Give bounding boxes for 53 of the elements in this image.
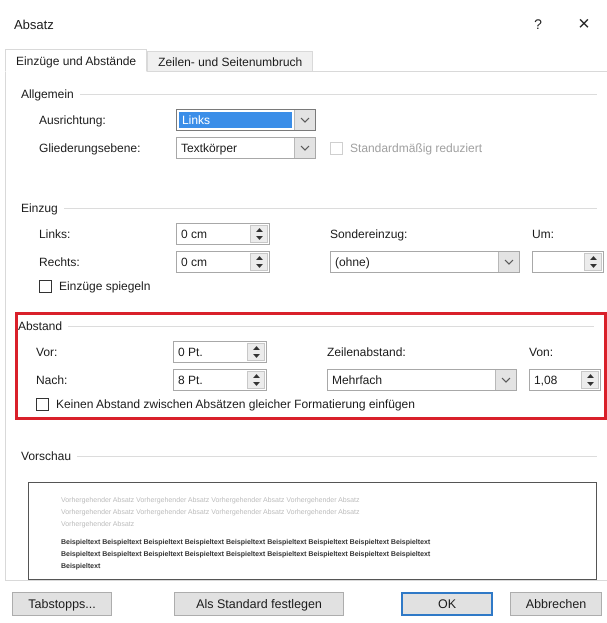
tab[interactable]: Einzüge und Abstände	[5, 49, 148, 72]
spin-down-icon	[256, 236, 262, 240]
window-title: Absatz	[14, 16, 55, 32]
section-heading: Vorschau	[21, 449, 72, 463]
spin-up-icon	[256, 256, 262, 260]
spin-up-icon	[256, 228, 262, 232]
spin-down-icon	[590, 264, 596, 268]
spin-down-icon	[256, 264, 262, 268]
section-heading: Allgemein	[21, 87, 74, 101]
spin-down-icon	[586, 382, 594, 386]
dialog-button[interactable]: Tabstopps...	[12, 592, 112, 616]
chevron-down-icon	[300, 117, 310, 123]
tab[interactable]: Zeilen- und Seitenumbruch	[147, 51, 314, 72]
checkbox[interactable]	[36, 398, 49, 410]
chevron-down-icon	[300, 145, 310, 151]
spin-down-icon	[252, 354, 260, 358]
spin-up-icon	[586, 374, 594, 378]
checkbox-label: Einzüge spiegeln	[59, 279, 150, 293]
right-indent-field[interactable]: 0 cm	[176, 251, 270, 273]
dialog-button[interactable]: Abbrechen	[510, 592, 602, 616]
section-heading: Abstand	[18, 319, 62, 333]
field-label: Gliederungsebene:	[39, 141, 142, 155]
field-label: Von:	[529, 345, 554, 359]
indent-by-field[interactable]	[532, 251, 604, 273]
chevron-down-icon	[501, 377, 511, 383]
space-before-field[interactable]: 0 Pt.	[173, 341, 267, 363]
spin-down-icon	[252, 382, 260, 386]
field-label: Vor:	[36, 345, 58, 359]
space-after-field[interactable]: 8 Pt.	[173, 369, 267, 391]
section-heading: Einzug	[21, 201, 58, 215]
line-spacing-value-field[interactable]: 1,08	[529, 369, 601, 391]
spin-up-icon	[252, 374, 260, 378]
help-button[interactable]: ?	[515, 8, 561, 40]
checkbox[interactable]	[39, 280, 52, 292]
outline-level-dropdown[interactable]: Textkörper	[176, 137, 316, 159]
special-indent-dropdown[interactable]: (ohne)	[330, 251, 520, 273]
field-label: Zeilenabstand:	[327, 345, 407, 359]
line-spacing-dropdown[interactable]: Mehrfach	[327, 369, 517, 391]
spin-up-icon	[590, 256, 596, 260]
field-label: Rechts:	[39, 255, 81, 269]
spin-up-icon	[252, 346, 260, 350]
dialog-button[interactable]: OK	[401, 592, 493, 616]
left-indent-field[interactable]: 0 cm	[176, 223, 270, 245]
field-label: Nach:	[36, 373, 68, 387]
field-label: Um:	[532, 227, 555, 241]
checkbox-label: Keinen Abstand zwischen Absätzen gleicher Formatierung einfügen	[56, 397, 415, 411]
field-label: Links:	[39, 227, 72, 241]
chevron-down-icon	[504, 259, 514, 265]
close-button[interactable]: ×	[561, 8, 607, 40]
field-label: Ausrichtung:	[39, 113, 107, 127]
checkbox-label: Standardmäßig reduziert	[350, 141, 482, 155]
dialog-button[interactable]: Als Standard festlegen	[174, 592, 344, 616]
field-label: Sondereinzug:	[330, 227, 408, 241]
